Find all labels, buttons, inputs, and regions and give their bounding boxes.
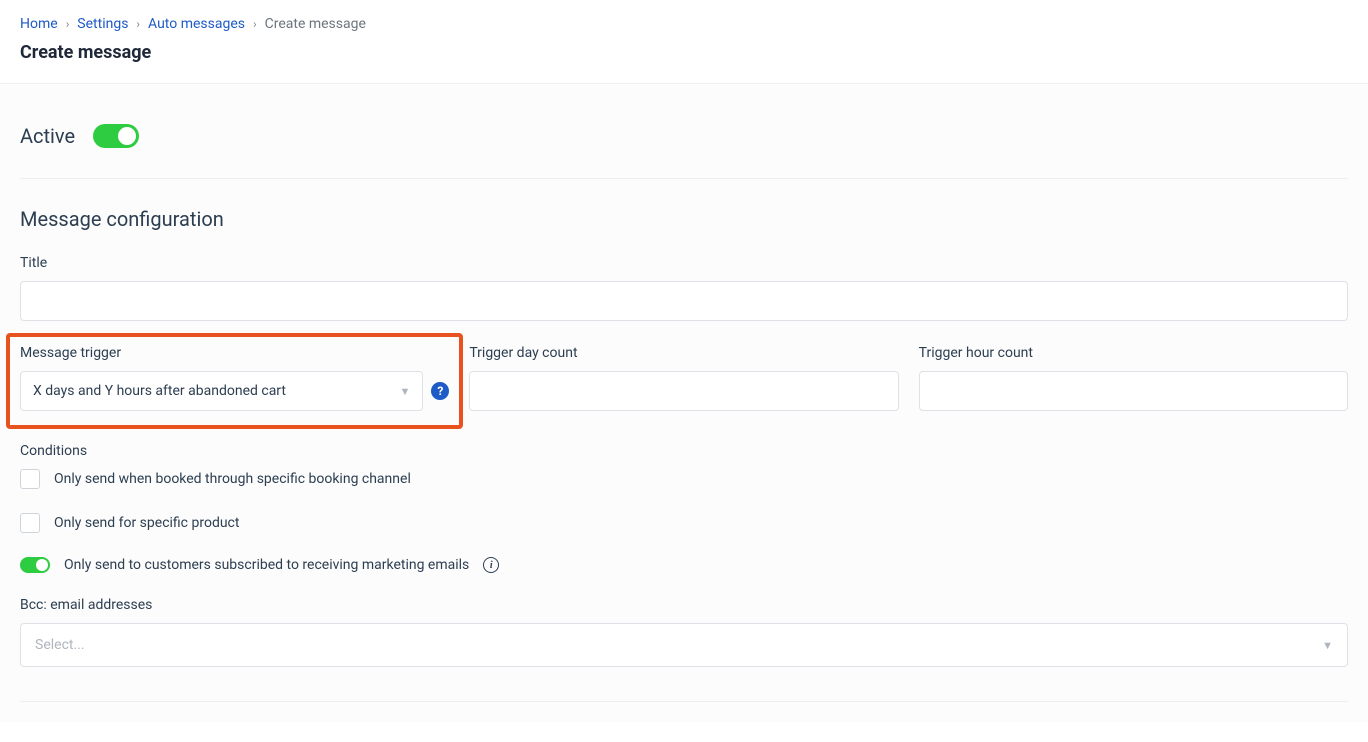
trigger-hour-count-col: Trigger hour count (919, 345, 1348, 411)
condition-subscribed-label: Only send to customers subscribed to rec… (64, 557, 469, 573)
title-label: Title (20, 255, 1348, 271)
message-trigger-select[interactable]: X days and Y hours after abandoned cart … (20, 371, 423, 411)
trigger-hour-count-input[interactable] (919, 371, 1348, 411)
condition-subscribed-toggle[interactable] (20, 557, 50, 573)
condition-product-label: Only send for specific product (54, 515, 239, 531)
condition-subscribed-row: Only send to customers subscribed to rec… (20, 557, 1348, 573)
divider (20, 701, 1348, 702)
condition-product-row: Only send for specific product (20, 513, 1348, 533)
message-configuration-section: Message configuration Title Message trig… (20, 207, 1348, 411)
chevron-right-icon: › (66, 17, 70, 31)
chevron-right-icon: › (136, 17, 140, 31)
message-trigger-label: Message trigger (20, 345, 449, 361)
condition-product-checkbox[interactable] (20, 513, 40, 533)
message-trigger-col: Message trigger X days and Y hours after… (20, 345, 449, 411)
active-toggle[interactable] (93, 124, 139, 148)
info-icon[interactable]: i (483, 557, 499, 573)
chevron-down-icon: ▼ (399, 385, 410, 398)
config-heading: Message configuration (20, 207, 1348, 231)
trigger-select-wrap: X days and Y hours after abandoned cart … (20, 371, 449, 411)
trigger-day-count-col: Trigger day count (469, 345, 898, 411)
page-title: Create message (20, 42, 1348, 63)
bcc-placeholder: Select... (35, 637, 85, 653)
trigger-day-count-label: Trigger day count (469, 345, 898, 361)
active-label: Active (20, 124, 75, 148)
condition-booking-channel-checkbox[interactable] (20, 469, 40, 489)
breadcrumb: Home › Settings › Auto messages › Create… (20, 16, 1348, 32)
breadcrumb-current: Create message (265, 16, 366, 32)
conditions-heading: Conditions (20, 443, 1348, 459)
toggle-knob (118, 127, 136, 145)
highlight-annotation: Message trigger X days and Y hours after… (6, 333, 463, 429)
bcc-label: Bcc: email addresses (20, 597, 1348, 613)
help-icon[interactable]: ? (431, 382, 449, 400)
condition-booking-channel-row: Only send when booked through specific b… (20, 469, 1348, 489)
page-header: Home › Settings › Auto messages › Create… (0, 0, 1368, 84)
breadcrumb-home[interactable]: Home (20, 16, 58, 32)
bcc-select[interactable]: Select... ▼ (20, 623, 1348, 667)
chevron-right-icon: › (253, 17, 257, 31)
trigger-day-count-input[interactable] (469, 371, 898, 411)
title-input[interactable] (20, 281, 1348, 321)
bcc-section: Bcc: email addresses Select... ▼ (20, 597, 1348, 667)
active-row: Active (20, 124, 1348, 179)
toggle-knob (36, 559, 48, 571)
breadcrumb-auto-messages[interactable]: Auto messages (148, 16, 245, 32)
trigger-hour-count-label: Trigger hour count (919, 345, 1348, 361)
chevron-down-icon: ▼ (1322, 639, 1333, 652)
trigger-selected-value: X days and Y hours after abandoned cart (33, 383, 286, 399)
conditions-section: Conditions Only send when booked through… (20, 443, 1348, 573)
trigger-row: Message trigger X days and Y hours after… (20, 345, 1348, 411)
condition-booking-channel-label: Only send when booked through specific b… (54, 471, 411, 487)
breadcrumb-settings[interactable]: Settings (77, 16, 128, 32)
content-area: Active Message configuration Title Messa… (0, 84, 1368, 722)
